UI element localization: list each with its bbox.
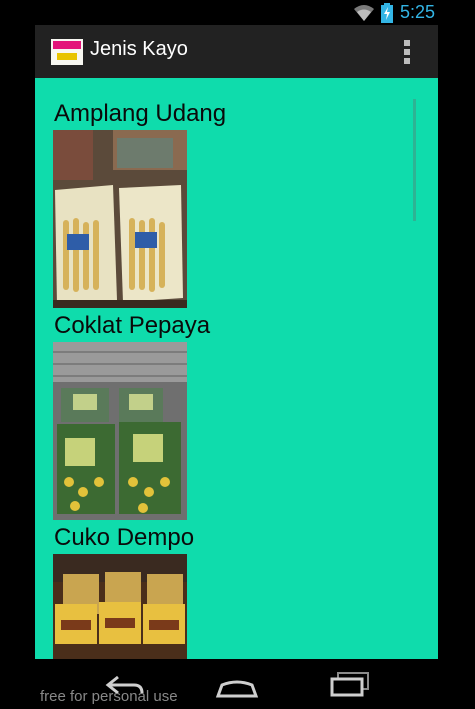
app-logo-icon[interactable]: [51, 39, 83, 65]
recent-apps-icon[interactable]: [330, 669, 370, 699]
app-window: Jenis Kayo Amplang Udang Coklat Pepaya C…: [35, 25, 438, 659]
wifi-icon: [354, 5, 374, 21]
status-clock: 5:25: [399, 2, 435, 22]
action-bar-title: Jenis Kayo: [90, 38, 188, 60]
list-item-title: Coklat Pepaya: [54, 312, 211, 339]
home-icon[interactable]: [215, 669, 259, 699]
amplang-udang-photo: [53, 130, 187, 308]
overflow-menu-icon[interactable]: [404, 40, 410, 64]
status-bar: 5:25: [0, 0, 475, 25]
list-item-title: Amplang Udang: [54, 100, 227, 127]
watermark-text: free for personal use: [40, 688, 178, 705]
list-scrollbar[interactable]: [413, 99, 416, 221]
product-list[interactable]: Amplang Udang Coklat Pepaya Cuko Dempo: [35, 78, 438, 659]
cuko-dempo-photo: [53, 554, 187, 659]
list-item-title: Cuko Dempo: [54, 524, 195, 551]
action-bar: Jenis Kayo: [35, 25, 438, 78]
battery-charging-icon: [381, 3, 393, 23]
coklat-pepaya-photo: [53, 342, 187, 520]
